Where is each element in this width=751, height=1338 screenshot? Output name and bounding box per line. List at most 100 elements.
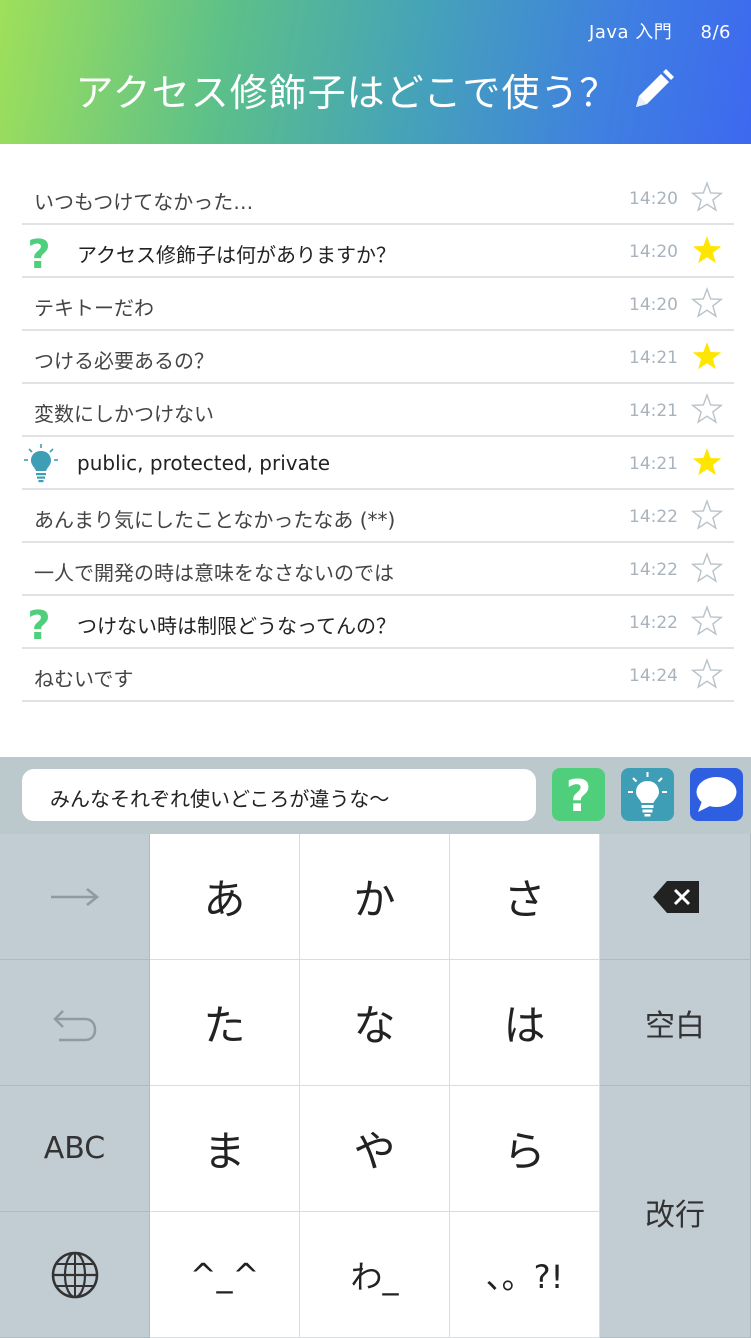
key-label: 、。?! [485,1257,564,1296]
undo-key[interactable] [0,960,150,1086]
page-title: アクセス修飾子はどこで使う？ [75,71,619,115]
message-time: 14:20 [629,242,678,262]
undo-icon [52,1009,96,1041]
key-label: あ [203,875,246,924]
message-row[interactable]: ? つけない時は制限どうなってんの？ 14:22 [22,596,734,649]
message-text: あんまり気にしたことなかったなあ (**) [34,508,396,532]
chat-button[interactable] [690,768,743,821]
message-row[interactable]: 変数にしかつけない 14:21 [22,384,734,437]
kana-key[interactable]: や [300,1086,450,1212]
star-filled-icon[interactable] [690,233,724,267]
arrow-key[interactable] [0,834,150,960]
kana-key[interactable]: か [300,834,450,960]
message-time: 14:22 [629,507,678,527]
star-outline-icon[interactable] [690,604,724,638]
kana-key[interactable]: ^_^ [150,1212,300,1338]
star-outline-icon[interactable] [690,392,724,426]
question-icon: ? [27,603,50,642]
star-filled-icon[interactable] [690,339,724,373]
message-input[interactable]: みんなそれぞれ使いどころが違うな〜 [22,769,536,821]
kana-key[interactable]: あ [150,834,300,960]
message-time: 14:20 [629,295,678,315]
message-text: つける必要あるの？ [34,349,214,373]
kana-key[interactable]: わ_ [300,1212,450,1338]
key-label: 空白 [645,1008,705,1044]
lightbulb-icon [628,772,667,817]
kana-key[interactable]: は [450,960,600,1086]
keyboard: ABC あ か さた な はま や ら ^_^ わ_ 、。?! 空白改行 [0,834,751,1338]
key-label: た [203,1001,246,1050]
kana-key[interactable]: た [150,960,300,1086]
key-label: や [353,1127,396,1176]
space-key[interactable]: 空白 [600,960,751,1086]
lightbulb-icon [24,444,58,483]
svg-text:?: ? [566,771,592,821]
key-label: さ [503,875,546,924]
message-text: つけない時は制限どうなってんの？ [77,614,396,638]
message-text: public, protected, private [77,451,331,475]
star-outline-icon[interactable] [690,657,724,691]
message-time: 14:21 [629,401,678,421]
message-text: 変数にしかつけない [34,402,214,426]
question-icon: ? [566,771,592,821]
message-row[interactable]: 一人で開発の時は意味をなさないのでは 14:22 [22,543,734,596]
key-label: ら [503,1127,546,1176]
course-date: 8/6 [700,22,731,43]
svg-text:?: ? [27,232,50,271]
svg-text:?: ? [27,603,50,642]
star-outline-icon[interactable] [690,551,724,585]
message-list: いつもつけてなかった… 14:20? アクセス修飾子は何がありますか？ 14:20 テキ… [22,172,734,702]
idea-button[interactable] [621,768,674,821]
key-label: は [503,1001,546,1050]
message-time: 14:20 [629,189,678,209]
message-text: いつもつけてなかった… [34,190,254,214]
message-input-value: みんなそれぞれ使いどころが違うな〜 [50,787,390,811]
message-row[interactable]: あんまり気にしたことなかったなあ (**) 14:22 [22,490,734,543]
speech-bubble-icon [696,777,737,812]
star-outline-icon[interactable] [690,180,724,214]
message-row[interactable]: つける必要あるの？ 14:21 [22,331,734,384]
message-text: ねむいです [34,667,134,691]
message-text: テキトーだわ [34,296,154,320]
message-row[interactable]: ねむいです 14:24 [22,649,734,702]
kana-key[interactable]: な [300,960,450,1086]
input-bar: みんなそれぞれ使いどころが違うな〜 ? [0,757,751,834]
key-label: ^_^ [189,1255,260,1294]
message-row[interactable]: public, protected, private 14:21 [22,437,734,490]
kana-key[interactable]: ま [150,1086,300,1212]
backspace-icon [653,880,699,913]
star-outline-icon[interactable] [690,286,724,320]
kana-key[interactable]: ら [450,1086,600,1212]
message-text: 一人で開発の時は意味をなさないのでは [34,561,394,585]
question-icon: ? [27,232,50,271]
return-key[interactable]: 改行 [600,1086,751,1338]
key-label: 改行 [645,1197,705,1233]
star-filled-icon[interactable] [690,445,724,479]
kana-key[interactable]: 、。?! [450,1212,600,1338]
arrow-right-icon [50,887,99,906]
header: Java 入門 8/6 アクセス修飾子はどこで使う？ [0,0,751,144]
key-label: ABC [43,1131,106,1166]
star-outline-icon[interactable] [690,498,724,532]
pencil-icon[interactable] [630,67,676,113]
course-name: Java 入門 [589,22,673,43]
message-row[interactable]: ? アクセス修飾子は何がありますか？ 14:20 [22,225,734,278]
kana-key[interactable]: さ [450,834,600,960]
message-time: 14:22 [629,560,678,580]
message-row[interactable]: いつもつけてなかった… 14:20 [22,172,734,225]
message-time: 14:21 [629,348,678,368]
abc-key[interactable]: ABC [0,1086,150,1212]
key-label: か [353,875,396,924]
message-text: アクセス修飾子は何がありますか？ [77,243,396,267]
question-button[interactable]: ? [552,768,605,821]
key-label: ま [203,1127,246,1176]
key-label: な [353,1001,396,1050]
course-info: Java 入門 8/6 [589,18,731,44]
message-time: 14:22 [629,613,678,633]
message-time: 14:24 [629,666,678,686]
globe-icon [51,1251,98,1298]
globe-key[interactable] [0,1212,150,1338]
message-row[interactable]: テキトーだわ 14:20 [22,278,734,331]
delete-key[interactable] [600,834,751,960]
message-time: 14:21 [629,454,678,474]
